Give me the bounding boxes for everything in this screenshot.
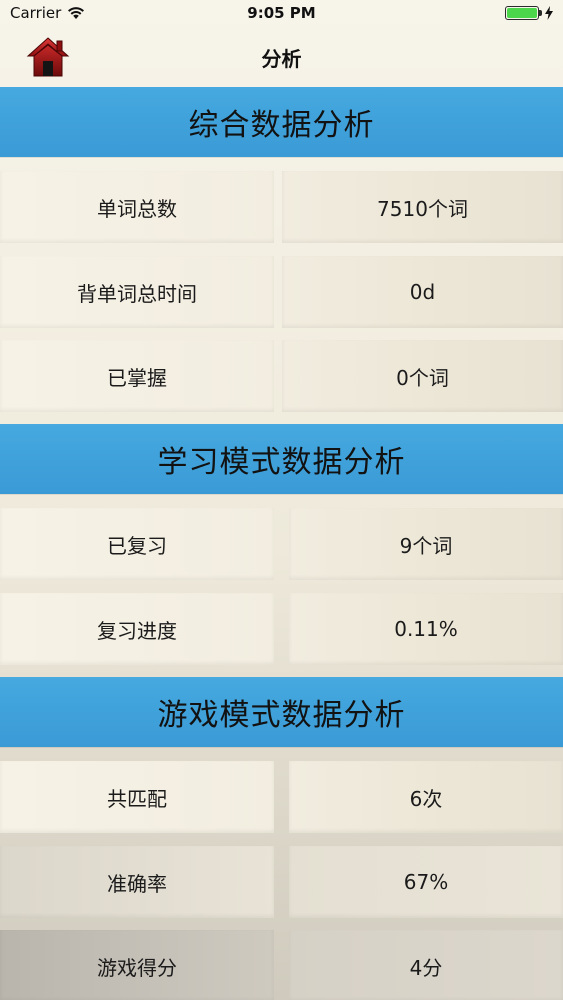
navigation-bar: 分析 <box>0 30 563 86</box>
row-label: 准确率 <box>0 846 274 918</box>
table-row: 准确率 67% <box>0 846 563 918</box>
status-bar: Carrier 9:05 PM <box>0 0 563 30</box>
row-value: 0个词 <box>282 340 563 412</box>
row-value: 67% <box>289 846 563 918</box>
status-right <box>505 6 553 20</box>
row-value: 7510个词 <box>282 171 563 243</box>
status-time: 9:05 PM <box>247 4 316 22</box>
row-value: 0d <box>282 256 563 328</box>
table-row: 背单词总时间 0d <box>0 256 563 328</box>
row-value: 6次 <box>289 761 563 833</box>
row-label: 已掌握 <box>0 340 274 412</box>
battery-icon <box>505 6 542 20</box>
row-label: 复习进度 <box>0 593 274 665</box>
table-row: 已复习 9个词 <box>0 508 563 580</box>
row-value: 4分 <box>289 930 563 1000</box>
row-label: 共匹配 <box>0 761 274 833</box>
table-row: 复习进度 0.11% <box>0 593 563 665</box>
section-header-study-mode: 学习模式数据分析 <box>0 424 563 494</box>
row-label: 已复习 <box>0 508 274 580</box>
table-row: 单词总数 7510个词 <box>0 171 563 243</box>
charging-bolt-icon <box>545 6 553 20</box>
row-label: 单词总数 <box>0 171 274 243</box>
row-label: 游戏得分 <box>0 930 274 1000</box>
page-title: 分析 <box>261 47 302 71</box>
row-value: 9个词 <box>289 508 563 580</box>
table-row: 游戏得分 4分 <box>0 930 563 1000</box>
row-label: 背单词总时间 <box>0 256 274 328</box>
table-row: 已掌握 0个词 <box>0 340 563 412</box>
table-row: 共匹配 6次 <box>0 761 563 833</box>
battery-fill <box>507 8 537 18</box>
section-header-overall: 综合数据分析 <box>0 87 563 157</box>
section-header-game-mode: 游戏模式数据分析 <box>0 677 563 747</box>
row-value: 0.11% <box>289 593 563 665</box>
